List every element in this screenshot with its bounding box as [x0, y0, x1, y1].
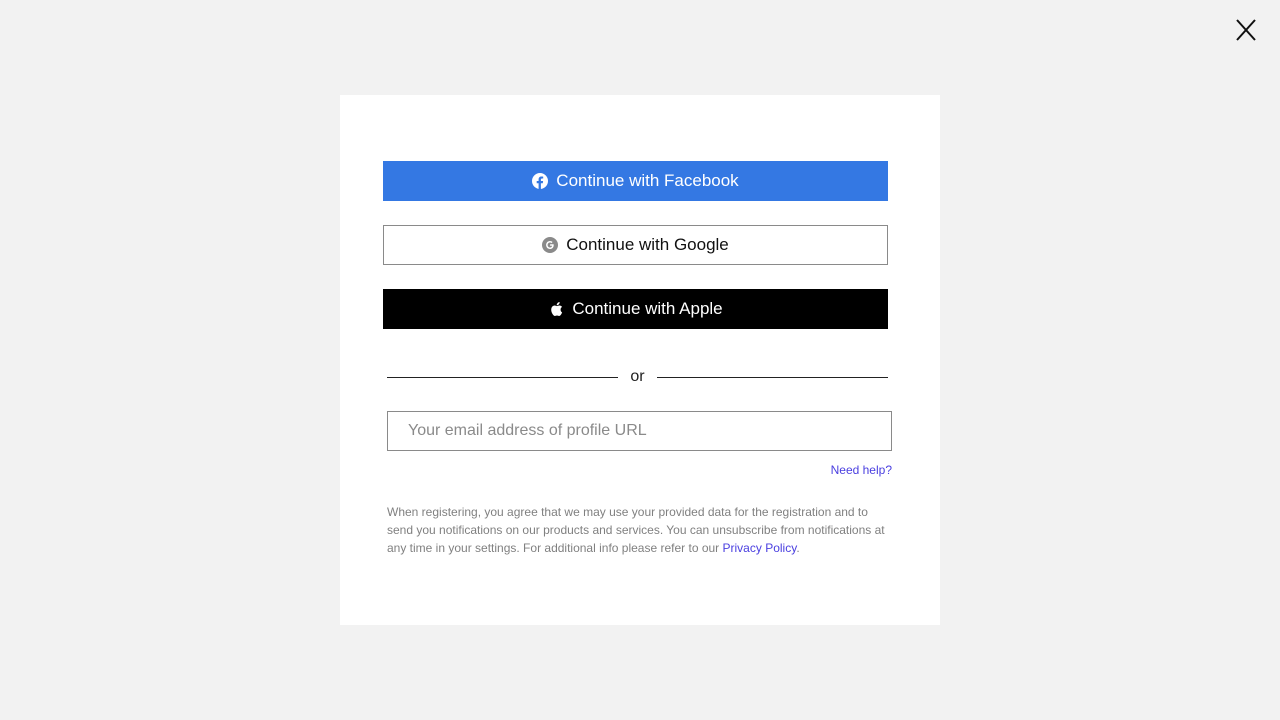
continue-with-google-button[interactable]: Continue with Google — [383, 225, 888, 265]
legal-notice: When registering, you agree that we may … — [387, 503, 897, 557]
legal-suffix: . — [796, 541, 800, 555]
google-button-label: Continue with Google — [566, 235, 729, 254]
divider-line-left — [387, 376, 619, 378]
google-icon — [542, 237, 559, 253]
facebook-icon — [532, 173, 549, 189]
facebook-button-label: Continue with Facebook — [556, 171, 739, 190]
need-help-link[interactable]: Need help? — [831, 463, 892, 477]
apple-button-label: Continue with Apple — [572, 299, 723, 318]
continue-with-apple-button[interactable]: Continue with Apple — [383, 289, 888, 329]
legal-text: When registering, you agree that we may … — [387, 505, 885, 555]
or-divider: or — [387, 367, 889, 387]
divider-line-right — [656, 376, 889, 378]
apple-icon — [548, 301, 564, 317]
privacy-policy-link[interactable]: Privacy Policy — [723, 541, 797, 555]
close-button[interactable] — [1232, 16, 1260, 44]
email-input[interactable] — [387, 411, 892, 451]
close-icon — [1236, 19, 1256, 41]
login-modal: Continue with Facebook Continue with Goo… — [340, 95, 940, 625]
continue-with-facebook-button[interactable]: Continue with Facebook — [383, 161, 888, 201]
divider-label: or — [630, 368, 645, 385]
